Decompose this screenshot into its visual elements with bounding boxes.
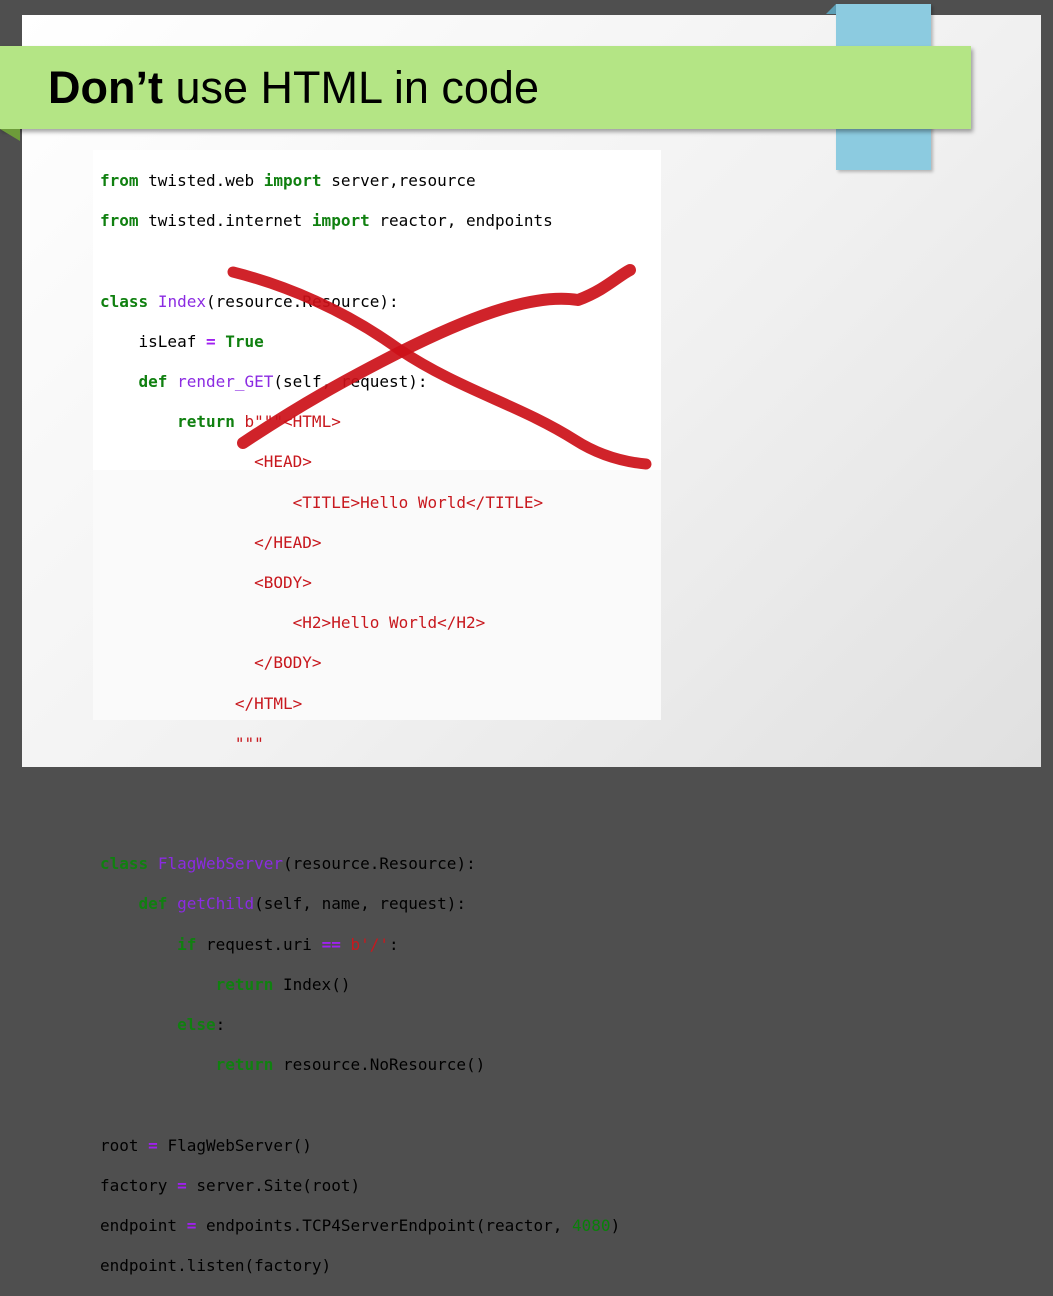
code-token: isLeaf [100,331,206,351]
code-line: <HEAD> [100,452,312,472]
code-token: class [100,854,149,874]
code-line: class Index(resource.Resource): [100,292,620,312]
code-token: FlagWebServer [157,854,284,874]
code-token: render_GET [177,372,274,392]
code-token: class [100,291,149,311]
code-token: root [100,1135,149,1155]
code-token: else [177,1015,216,1035]
code-line: from twisted.web import server,resource [100,171,620,191]
code-line: return resource.NoResource() [100,1055,620,1075]
code-line: from twisted.internet import reactor, en… [100,211,620,231]
code-token: twisted.internet [138,211,312,231]
accent-tab-fold [826,4,836,14]
code-line: def render_GET(self, request): [100,372,620,392]
code-token: twisted.web [138,171,264,191]
code-line: factory = server.Site(root) [100,1176,620,1196]
code-line: if request.uri == b'/': [100,935,620,955]
code-token: = [148,1135,158,1155]
slide-title: Don’t use HTML in code [48,60,539,116]
code-token: import [311,211,370,231]
code-token: reactor, endpoints [369,211,553,231]
code-token: def [138,372,168,392]
code-token: factory [100,1175,178,1195]
code-token: b"""<HTML> [244,412,341,432]
code-line: else: [100,1015,620,1035]
code-token: (resource.Resource): [283,854,476,874]
code-token: = [177,1175,187,1195]
code-token: return [215,1055,274,1075]
code-token: server.Site(root) [186,1175,361,1195]
code-token: endpoints.TCP4ServerEndpoint(reactor, [196,1215,573,1235]
code-token: = [205,331,216,351]
code-token: return [215,974,274,994]
code-token: (self, request): [273,372,428,392]
code-token: def [138,894,168,914]
code-token: True [225,331,264,351]
code-token: ) [610,1215,621,1235]
code-token: from [100,171,139,191]
code-token: (resource.Resource): [205,291,399,311]
code-token: request.uri [196,934,322,954]
code-line: isLeaf = True [100,332,620,352]
code-line: <H2>Hello World</H2> [100,613,486,633]
code-token: return [177,412,235,432]
code-token: : [215,1015,226,1035]
code-line: endpoint = endpoints.TCP4ServerEndpoint(… [100,1216,620,1236]
slide-title-rest: use HTML in code [162,62,539,113]
code-token: : [389,934,399,954]
code-line: <BODY> [100,572,312,592]
code-token: import [263,171,322,191]
code-line: </HTML> [100,693,303,713]
code-line: def getChild(self, name, request): [100,894,620,914]
code-listing: from twisted.web import server,resource … [100,151,620,1296]
code-line: return b"""<HTML> [100,412,620,432]
code-token: == [321,934,341,954]
code-token: server,resource [321,171,476,191]
code-token: (self, name, request): [254,894,467,914]
slide-title-emphasis: Don’t [48,62,163,113]
code-token: resource.NoResource() [273,1055,486,1075]
code-line: root = FlagWebServer() [100,1136,620,1156]
code-token: 4080 [572,1215,611,1235]
code-line: class FlagWebServer(resource.Resource): [100,854,620,874]
code-line: """ [100,733,264,753]
code-token: getChild [177,894,255,914]
code-token: Index() [273,974,351,994]
code-token: Index [157,291,206,311]
code-token: FlagWebServer() [157,1135,312,1155]
code-line: endpoint.listen(factory) [100,1256,332,1276]
code-token: = [186,1215,197,1235]
title-bar-fold [0,129,20,141]
code-line: </BODY> [100,653,322,673]
code-token: if [177,934,197,954]
code-line: <TITLE>Hello World</TITLE> [100,492,544,512]
code-line: </HEAD> [100,532,322,552]
code-line: return Index() [100,975,620,995]
code-token: b'/' [350,934,389,954]
code-token: from [100,211,139,231]
code-token: endpoint [100,1215,187,1235]
